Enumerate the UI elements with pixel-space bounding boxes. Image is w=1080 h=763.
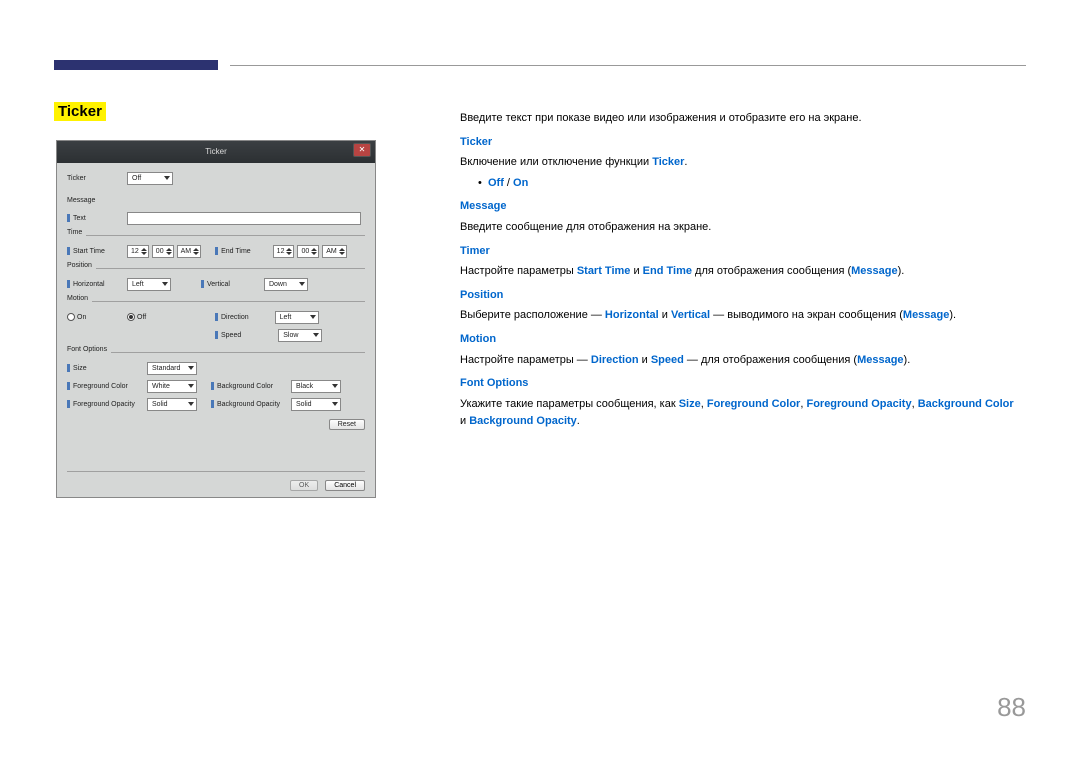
vertical-select[interactable]: Down: [264, 278, 308, 291]
message-label: Message: [67, 197, 127, 204]
start-ampm[interactable]: AM: [177, 245, 202, 258]
fontoptions-group: Font Options: [67, 346, 111, 353]
endtime-label: End Time: [215, 247, 251, 255]
motion-desc: Настройте параметры — Direction и Speed …: [460, 352, 1026, 370]
fgcolor-label: Foreground Color: [67, 382, 147, 390]
section-timer: Timer: [460, 243, 1026, 261]
ticker-options: • Off / On: [460, 175, 1026, 193]
page-title: Ticker: [54, 102, 106, 121]
message-desc: Введите сообщение для отображения на экр…: [460, 219, 1026, 237]
ok-button[interactable]: OK: [290, 480, 318, 491]
start-hour[interactable]: 12: [127, 245, 149, 258]
direction-select[interactable]: Left: [275, 311, 319, 324]
fgopacity-select[interactable]: Solid: [147, 398, 197, 411]
page-number: 88: [997, 692, 1026, 723]
start-min[interactable]: 00: [152, 245, 174, 258]
position-desc: Выберите расположение — Horizontal и Ver…: [460, 307, 1026, 325]
close-button[interactable]: ✕: [353, 143, 371, 157]
dialog-titlebar: Ticker ✕: [57, 141, 375, 163]
time-group: Time: [67, 229, 86, 236]
ticker-label: Ticker: [67, 175, 127, 182]
section-position: Position: [460, 287, 1026, 305]
section-motion: Motion: [460, 331, 1026, 349]
motion-on-radio[interactable]: On: [67, 313, 127, 321]
horizontal-label: Horizontal: [67, 280, 127, 288]
header-accent-bar: [54, 60, 218, 70]
motion-group: Motion: [67, 295, 92, 302]
end-hour[interactable]: 12: [273, 245, 295, 258]
reset-button[interactable]: Reset: [329, 419, 365, 430]
fgopacity-label: Foreground Opacity: [67, 400, 147, 408]
direction-label: Direction: [215, 313, 249, 321]
bgopacity-select[interactable]: Solid: [291, 398, 341, 411]
vertical-label: Vertical: [201, 280, 230, 288]
speed-select[interactable]: Slow: [278, 329, 322, 342]
dialog-title: Ticker: [205, 147, 226, 156]
intro-text: Введите текст при показе видео или изобр…: [460, 110, 1026, 128]
section-ticker: Ticker: [460, 134, 1026, 152]
size-select[interactable]: Standard: [147, 362, 197, 375]
ticker-desc: Включение или отключение функции Ticker.: [460, 154, 1026, 172]
header-divider: [230, 65, 1026, 66]
bgopacity-label: Background Opacity: [211, 400, 291, 408]
end-ampm[interactable]: AM: [322, 245, 347, 258]
bgcolor-label: Background Color: [211, 382, 291, 390]
position-group: Position: [67, 262, 96, 269]
speed-label: Speed: [215, 331, 241, 339]
size-label: Size: [67, 364, 147, 372]
text-label: Text: [67, 214, 127, 222]
fgcolor-select[interactable]: White: [147, 380, 197, 393]
starttime-label: Start Time: [67, 247, 127, 255]
horizontal-select[interactable]: Left: [127, 278, 171, 291]
end-min[interactable]: 00: [297, 245, 319, 258]
section-fontoptions: Font Options: [460, 375, 1026, 393]
ticker-select[interactable]: Off: [127, 172, 173, 185]
text-input[interactable]: [127, 212, 361, 225]
ticker-dialog: Ticker ✕ Ticker Off Message Text Time St…: [56, 140, 376, 498]
section-message: Message: [460, 198, 1026, 216]
timer-desc: Настройте параметры Start Time и End Tim…: [460, 263, 1026, 281]
motion-off-radio[interactable]: Off: [127, 313, 177, 321]
bgcolor-select[interactable]: Black: [291, 380, 341, 393]
fontoptions-desc: Укажите такие параметры сообщения, как S…: [460, 396, 1026, 431]
description-text: Введите текст при показе видео или изобр…: [460, 107, 1026, 431]
cancel-button[interactable]: Cancel: [325, 480, 365, 491]
